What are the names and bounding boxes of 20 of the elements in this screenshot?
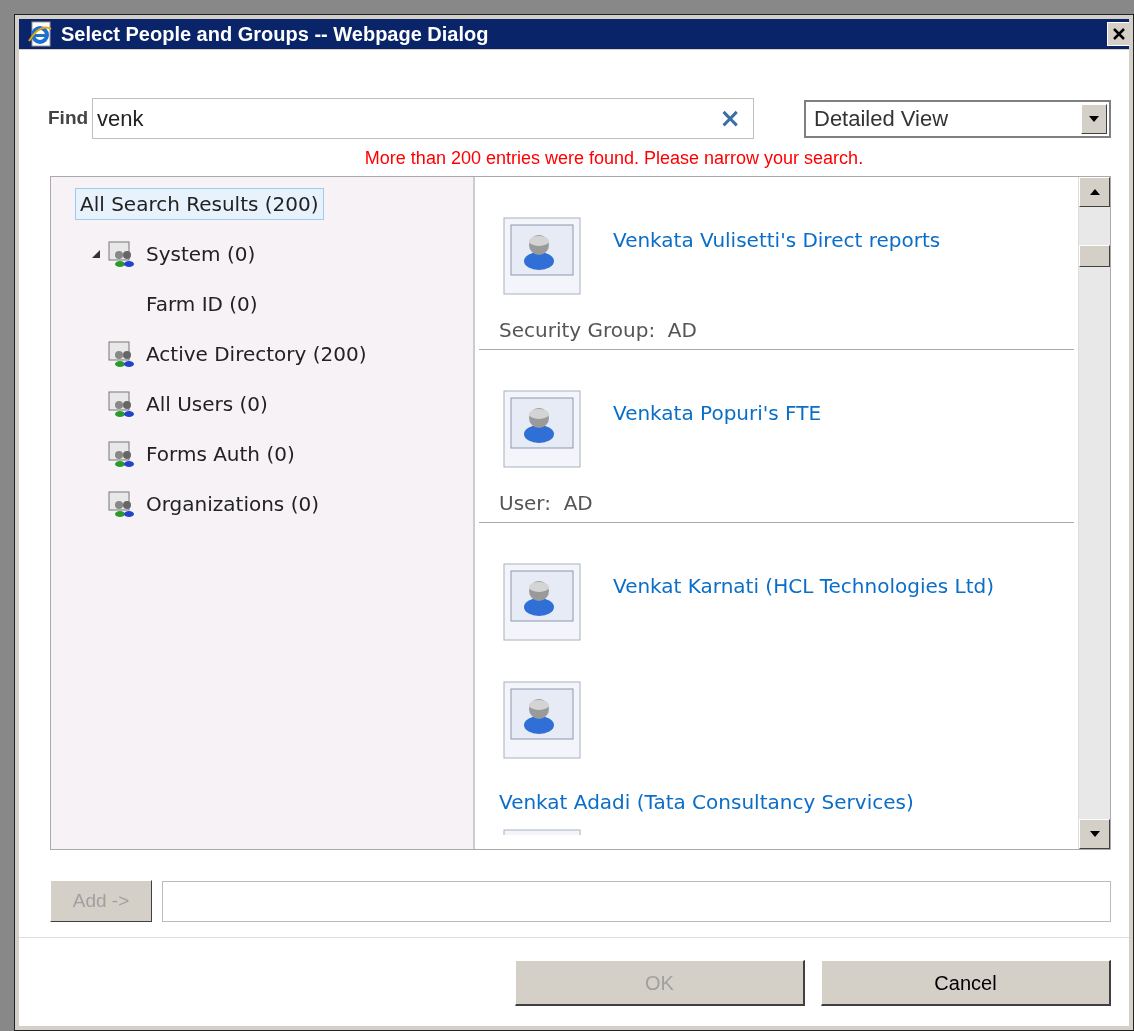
- result-link[interactable]: Venkat Adadi (Tata Consultancy Services): [499, 787, 1078, 817]
- tree-item[interactable]: Organizations (0): [141, 488, 324, 520]
- tree-item[interactable]: Farm ID (0): [141, 288, 263, 320]
- view-dropdown[interactable]: Detailed View: [804, 99, 1111, 138]
- tree-item[interactable]: All Search Results (200): [75, 188, 324, 220]
- find-label: Find: [48, 106, 89, 131]
- section-header: User: AD: [499, 491, 593, 515]
- result-link[interactable]: Venkata Vulisetti's Direct reports: [613, 225, 941, 255]
- tree-item[interactable]: System (0): [141, 238, 261, 270]
- tree-item[interactable]: Forms Auth (0): [141, 438, 300, 470]
- tree-item[interactable]: Active Directory (200): [141, 338, 372, 370]
- warning-message: More than 200 entries were found. Please narrow your search.: [364, 147, 864, 170]
- window-title: Select People and Groups -- Webpage Dialog: [61, 22, 489, 47]
- result-link[interactable]: Venkat Karnati (HCL Technologies Ltd): [613, 571, 994, 601]
- tree-item[interactable]: All Users (0): [141, 388, 273, 420]
- dialog-button[interactable]: Cancel: [821, 960, 1111, 1006]
- section-header: Security Group: AD: [499, 318, 697, 342]
- clear-button[interactable]: ×: [719, 99, 742, 138]
- search-field[interactable]: venk ×: [92, 98, 755, 139]
- result-link[interactable]: Venkata Popuri's FTE: [613, 398, 822, 428]
